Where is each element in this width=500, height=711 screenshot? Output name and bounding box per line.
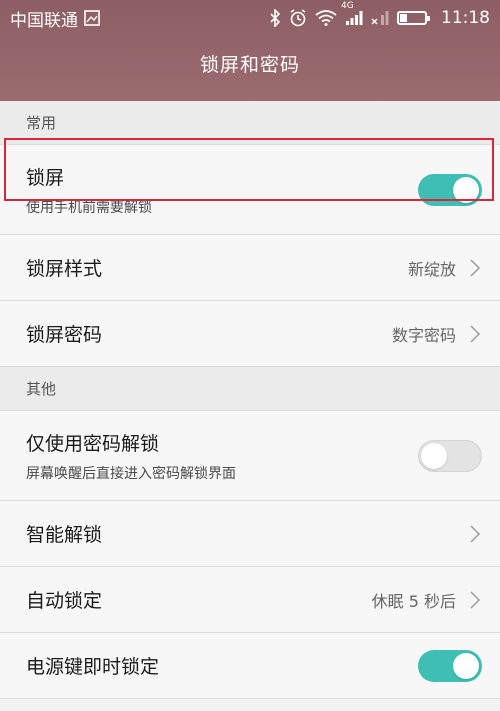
- power-key-lock-title: 电源键即时锁定: [26, 656, 160, 678]
- toggle-knob: [453, 652, 479, 679]
- power-key-lock-toggle[interactable]: [418, 649, 482, 682]
- settings-list: 常用 锁屏 使用手机前需要解锁 锁屏样式 新绽放 锁屏密码 数字密码 其他 仅使…: [0, 101, 500, 699]
- lock-screen-subtitle: 使用手机前需要解锁: [26, 199, 152, 216]
- lock-password-value: 数字密码: [391, 325, 456, 345]
- lock-password-row[interactable]: 锁屏密码 数字密码: [0, 301, 500, 367]
- auto-lock-value: 休眠 5 秒后: [371, 591, 456, 611]
- no-signal-icon: [371, 10, 389, 26]
- wifi-icon: [315, 10, 337, 26]
- auto-lock-row[interactable]: 自动锁定 休眠 5 秒后: [0, 567, 500, 633]
- lock-style-row[interactable]: 锁屏样式 新绽放: [0, 235, 500, 301]
- password-only-toggle[interactable]: [418, 439, 482, 472]
- lock-style-title: 锁屏样式: [26, 258, 103, 280]
- lock-screen-row[interactable]: 锁屏 使用手机前需要解锁: [0, 145, 500, 235]
- clock: 11:18: [441, 8, 490, 28]
- battery-icon: [397, 11, 430, 25]
- auto-lock-title: 自动锁定: [26, 590, 103, 612]
- app-header: 中国联通 4G 11:18 锁屏和密码: [0, 0, 500, 101]
- lock-screen-title: 锁屏: [26, 166, 65, 189]
- password-only-subtitle: 屏幕唤醒后直接进入密码解锁界面: [26, 465, 236, 482]
- section-header-other: 其他: [0, 367, 500, 411]
- chevron-right-icon: [470, 258, 481, 277]
- toggle-knob: [421, 442, 447, 469]
- smart-unlock-row[interactable]: 智能解锁: [0, 501, 500, 567]
- lock-password-title: 锁屏密码: [26, 324, 103, 346]
- power-key-lock-row[interactable]: 电源键即时锁定: [0, 633, 500, 699]
- image-icon: [84, 10, 100, 26]
- signal-icon: 4G: [341, 1, 363, 26]
- section-header-common: 常用: [0, 101, 500, 145]
- chevron-right-icon: [470, 524, 481, 543]
- smart-unlock-title: 智能解锁: [26, 524, 103, 546]
- toggle-knob: [453, 176, 479, 203]
- carrier-label: 中国联通: [10, 10, 78, 31]
- lock-style-value: 新绽放: [407, 259, 456, 279]
- status-bar: 中国联通 4G 11:18: [0, 0, 500, 36]
- password-only-row[interactable]: 仅使用密码解锁 屏幕唤醒后直接进入密码解锁界面: [0, 411, 500, 501]
- page-title: 锁屏和密码: [199, 54, 300, 76]
- password-only-title: 仅使用密码解锁: [26, 432, 160, 455]
- bluetooth-icon: [269, 9, 281, 27]
- network-type-label: 4G: [341, 1, 354, 11]
- chevron-right-icon: [470, 590, 481, 609]
- alarm-icon: [289, 9, 307, 27]
- lock-screen-toggle[interactable]: [418, 173, 482, 206]
- chevron-right-icon: [470, 324, 481, 343]
